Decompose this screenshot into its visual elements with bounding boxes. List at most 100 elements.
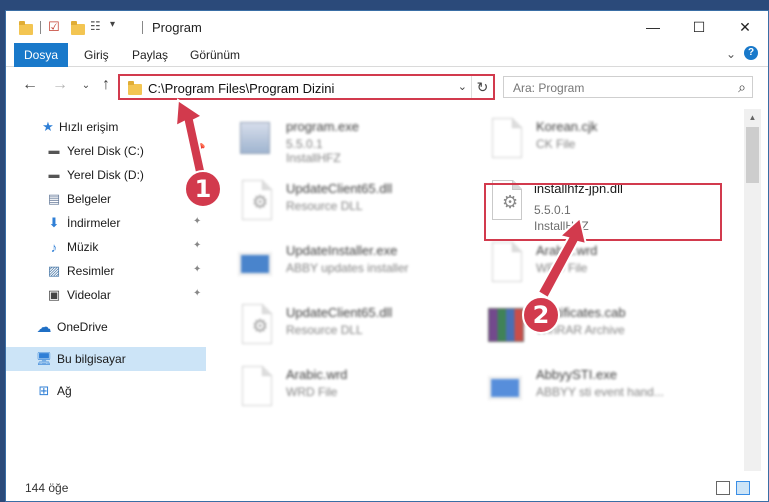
dll-file-icon: ⚙ xyxy=(236,304,276,348)
file-name: UpdateClient65.dll xyxy=(286,305,393,320)
network-icon: ⊞ xyxy=(38,383,50,398)
sidebar-item-pictures[interactable]: ▨ Resimler ✦ xyxy=(6,259,206,283)
minimize-button[interactable]: — xyxy=(630,11,676,43)
address-bar[interactable]: C:\Program Files\Program Dizini ⌄ ↻ xyxy=(118,74,495,100)
file-name: Korean.cjk xyxy=(536,119,598,134)
list-item[interactable]: program.exe 5.5.0.1 InstallHFZ xyxy=(226,113,466,171)
address-dropdown-icon[interactable]: ⌄ xyxy=(458,80,467,93)
file-name: Arabic.wrd xyxy=(286,367,348,382)
star-icon: ★ xyxy=(42,119,54,134)
folder-icon xyxy=(128,81,142,95)
sidebar-item-label: Resimler xyxy=(67,264,115,278)
sidebar-item-label: Videolar xyxy=(67,288,111,302)
file-type: WRD File xyxy=(536,261,588,275)
tab-share[interactable]: Paylaş xyxy=(124,43,176,67)
pin-icon[interactable]: 📌 xyxy=(193,144,205,155)
pin-icon[interactable]: ✦ xyxy=(193,240,201,251)
forward-arrow-icon[interactable]: → xyxy=(50,75,70,95)
tab-home[interactable]: Giriş xyxy=(76,43,117,67)
scroll-up-icon[interactable]: ▲ xyxy=(744,109,761,126)
exe-file-icon xyxy=(236,118,276,162)
close-button[interactable]: ✕ xyxy=(722,11,768,43)
sidebar-item-label: Yerel Disk (C:) xyxy=(67,144,144,158)
address-path[interactable]: C:\Program Files\Program Dizini xyxy=(148,81,334,96)
music-icon: ♪ xyxy=(50,239,58,255)
exe-file-icon xyxy=(486,366,526,410)
sidebar-item-network[interactable]: ⊞ Ağ xyxy=(6,379,206,403)
file-company: InstallHFZ xyxy=(286,151,341,165)
quick-access-dropdown-icon[interactable]: ▾ xyxy=(110,19,126,35)
search-icon[interactable]: ⌕ xyxy=(738,79,746,96)
navigation-pane: ★ Hızlı erişim ▬ Yerel Disk (C:) 📌 ▬ Yer… xyxy=(6,111,206,471)
sidebar-item-videos[interactable]: ▣ Videolar ✦ xyxy=(6,283,206,307)
refresh-icon[interactable]: ↻ xyxy=(471,76,493,98)
new-folder-icon[interactable] xyxy=(70,20,86,36)
download-icon: ⬇ xyxy=(48,215,60,230)
file-list: program.exe 5.5.0.1 InstallHFZ ⚙ UpdateC… xyxy=(216,109,738,471)
properties-icon[interactable]: ☑ xyxy=(48,19,64,35)
help-icon[interactable]: ? xyxy=(744,46,758,60)
sidebar-item-documents[interactable]: ▤ Belgeler xyxy=(6,187,206,211)
list-item[interactable]: AbbyySTI.exe ABBYY sti event hand... xyxy=(476,361,716,419)
details-view-icon[interactable] xyxy=(716,481,730,495)
list-item[interactable]: Certificates.cab WinRAR Archive xyxy=(476,299,716,357)
list-item[interactable]: UpdateInstaller.exe ABBY updates install… xyxy=(226,237,466,295)
recent-locations-icon[interactable]: ⌄ xyxy=(76,75,96,95)
sidebar-item-onedrive[interactable]: ☁ OneDrive xyxy=(6,315,206,339)
tab-view[interactable]: Görünüm xyxy=(182,43,248,67)
pin-icon[interactable]: ✦ xyxy=(193,264,201,275)
list-item[interactable]: ⚙ UpdateClient65.dll Resource DLL xyxy=(226,175,466,233)
list-item[interactable]: Arabic.wrd WRD File xyxy=(226,361,466,419)
file-type: WRD File xyxy=(286,385,338,399)
sidebar-item-music[interactable]: ♪ Müzik ✦ xyxy=(6,235,206,259)
sidebar-item-label: OneDrive xyxy=(57,320,108,334)
sidebar-item-downloads[interactable]: ⬇ İndirmeler ✦ xyxy=(6,211,206,235)
view-options-icon[interactable]: ☷ xyxy=(90,19,106,35)
file-description: ABBYY sti event hand... xyxy=(536,385,664,399)
file-name: Arabic.wrd xyxy=(536,243,598,258)
item-count: 144 öğe xyxy=(25,481,69,495)
step-one-badge: 1 xyxy=(184,170,222,208)
sidebar-item-local-disk-d[interactable]: ▬ Yerel Disk (D:) xyxy=(6,163,206,187)
pin-icon[interactable]: ✦ xyxy=(193,288,201,299)
scroll-thumb[interactable] xyxy=(746,127,759,183)
window-title: Program xyxy=(152,20,202,35)
pictures-icon: ▨ xyxy=(47,263,61,278)
cloud-icon: ☁ xyxy=(36,319,52,336)
file-type: Resource DLL xyxy=(286,199,363,213)
title-bar: ☑ ☷ ▾ Program — ☐ ✕ xyxy=(6,11,768,43)
large-icons-view-icon[interactable] xyxy=(736,481,750,495)
ribbon: Dosya Giriş Paylaş Görünüm ⌄ ? xyxy=(6,43,768,67)
pin-icon[interactable]: ✦ xyxy=(193,216,201,227)
sidebar-item-this-pc[interactable]: 🖥 Bu bilgisayar xyxy=(6,347,206,371)
maximize-button[interactable]: ☐ xyxy=(676,11,722,43)
separator xyxy=(142,21,143,34)
list-item[interactable]: Arabic.wrd WRD File xyxy=(476,237,716,295)
status-bar: 144 öğe xyxy=(6,473,768,501)
navigation-bar: ← → ⌄ ↑ C:\Program Files\Program Dizini … xyxy=(6,71,768,101)
tab-file[interactable]: Dosya xyxy=(14,43,68,67)
explorer-window: ☑ ☷ ▾ Program — ☐ ✕ Dosya Giriş Paylaş G… xyxy=(5,10,769,502)
list-item[interactable]: ⚙ UpdateClient65.dll Resource DLL xyxy=(226,299,466,357)
file-description: ABBY updates installer xyxy=(286,261,409,275)
file-name: program.exe xyxy=(286,119,359,134)
archive-file-icon xyxy=(486,304,526,348)
file-name: UpdateInstaller.exe xyxy=(286,243,398,258)
computer-icon: 🖥 xyxy=(35,351,53,366)
sidebar-item-label: İndirmeler xyxy=(67,216,121,230)
sidebar-item-label: Hızlı erişim xyxy=(59,120,119,134)
search-input[interactable]: Ara: Program ⌕ xyxy=(503,76,753,98)
expand-ribbon-icon[interactable]: ⌄ xyxy=(726,47,736,61)
back-arrow-icon[interactable]: ← xyxy=(20,75,40,95)
videos-icon: ▣ xyxy=(47,287,61,302)
generic-file-icon xyxy=(486,118,526,162)
file-type: Resource DLL xyxy=(286,323,363,337)
up-arrow-icon[interactable]: ↑ xyxy=(96,75,116,95)
sidebar-item-label: Belgeler xyxy=(67,192,112,206)
sidebar-item-label: Bu bilgisayar xyxy=(57,352,126,366)
sidebar-item-label: Müzik xyxy=(67,240,99,254)
sidebar-item-quick-access[interactable]: ★ Hızlı erişim xyxy=(6,115,206,139)
list-item[interactable]: Korean.cjk CK File xyxy=(476,113,716,171)
vertical-scrollbar[interactable]: ▲ xyxy=(744,109,761,471)
sidebar-item-local-disk-c[interactable]: ▬ Yerel Disk (C:) 📌 xyxy=(6,139,206,163)
